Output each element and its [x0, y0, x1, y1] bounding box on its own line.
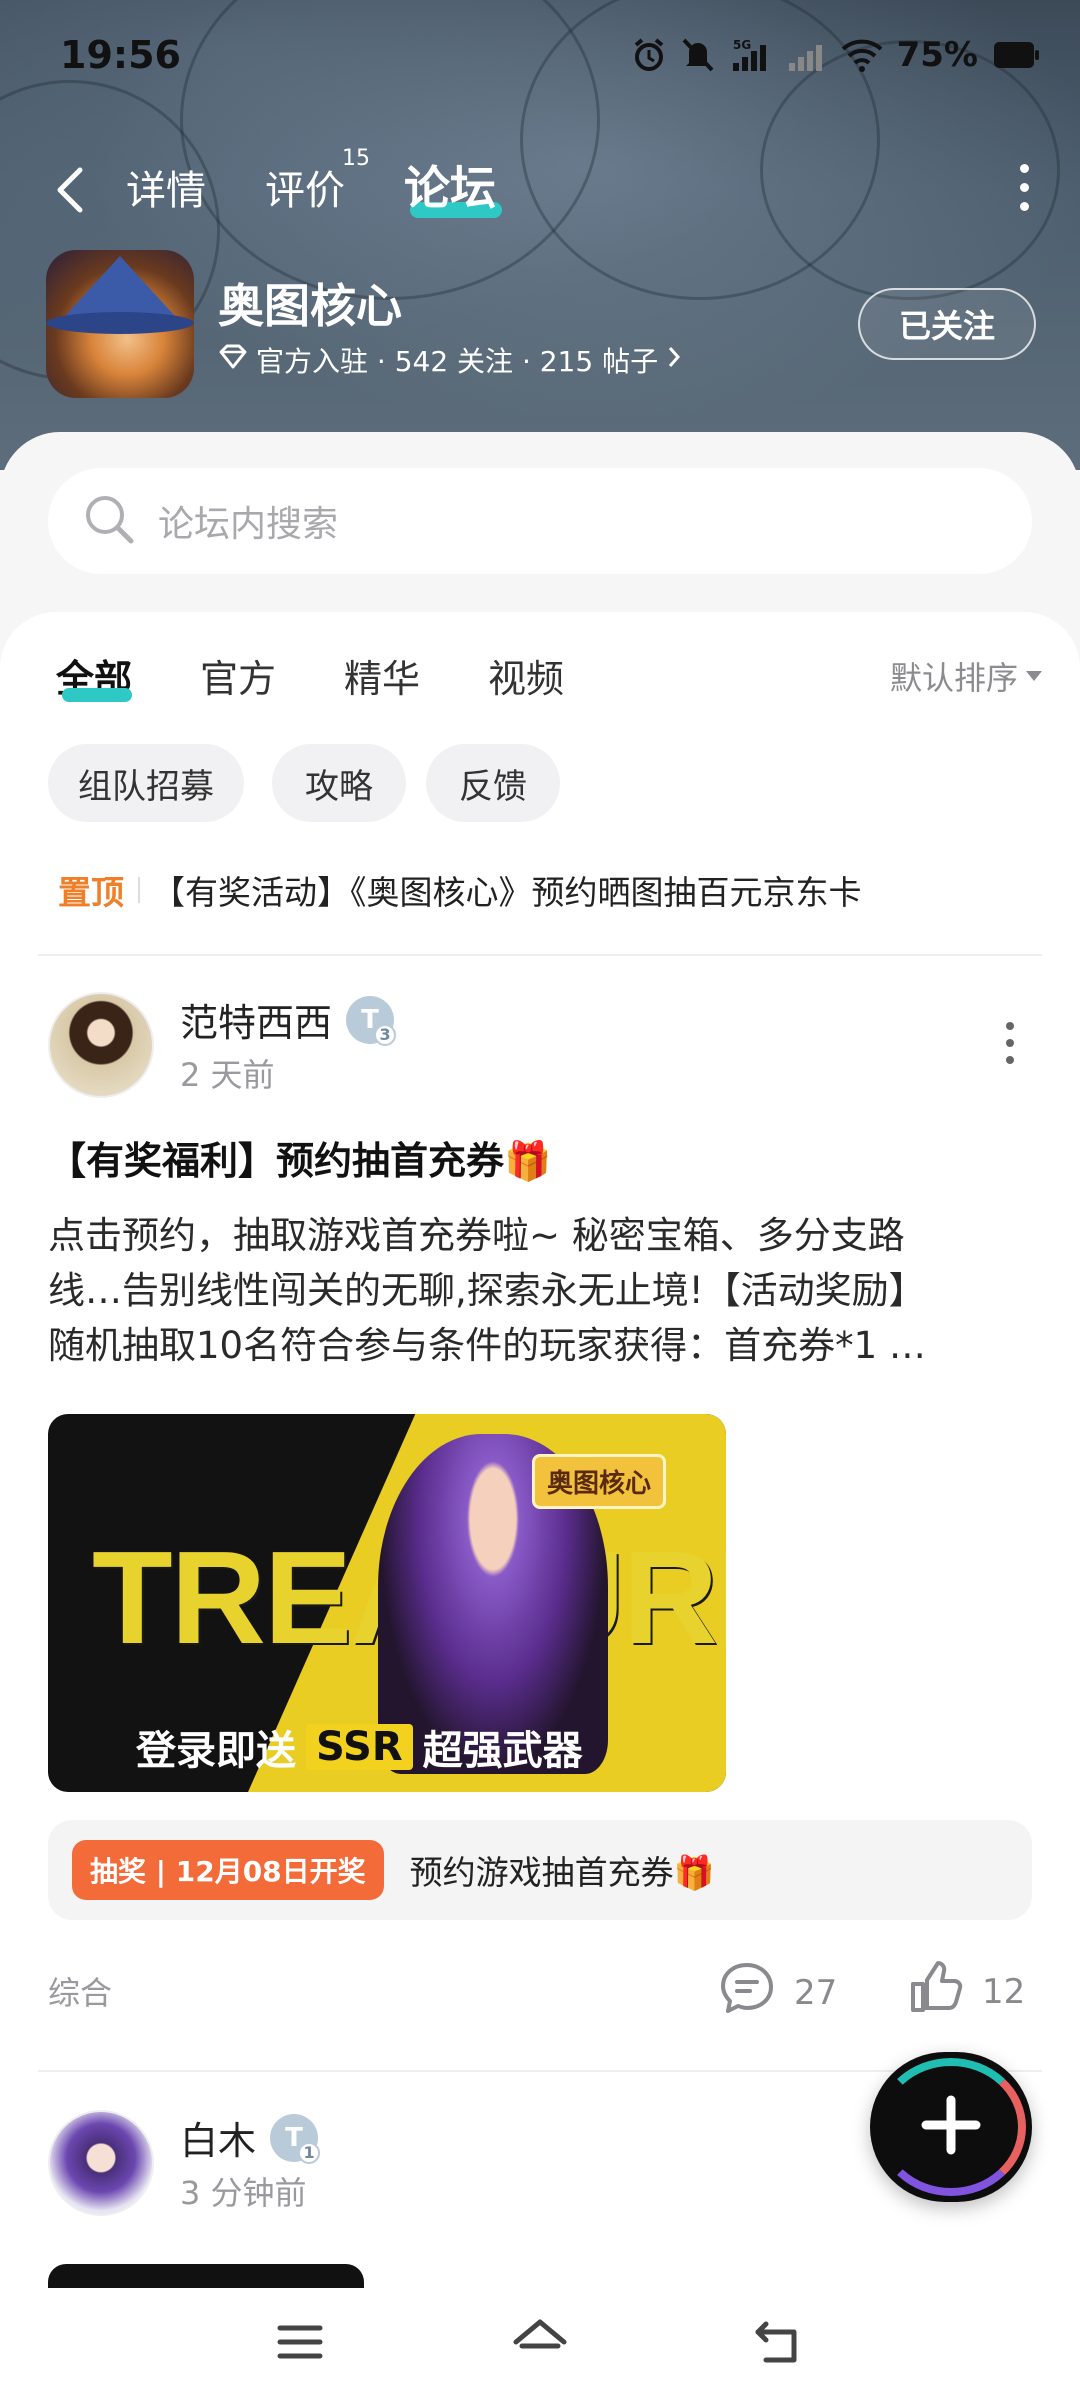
- system-nav-bar: [0, 2290, 1080, 2400]
- app-name: 奥图核心: [218, 279, 402, 333]
- app-meta-text: 官方入驻 · 542 关注 · 215 帖子: [256, 345, 659, 378]
- avatar[interactable]: [48, 2110, 154, 2216]
- post-title[interactable]: 【有奖福利】预约抽首充券🎁: [48, 1130, 551, 1185]
- tab-details[interactable]: 详情: [126, 158, 206, 216]
- tab-forum[interactable]: 论坛: [404, 152, 496, 218]
- chip-team-recruit[interactable]: 组队招募: [48, 744, 244, 822]
- comment-icon: [718, 1960, 776, 2025]
- home-icon[interactable]: [510, 2312, 570, 2372]
- lottery-text: 预约游戏抽首充券🎁: [409, 1853, 715, 1892]
- alarm-icon: [631, 37, 667, 73]
- app-icon[interactable]: [46, 250, 194, 398]
- filter-tab-official[interactable]: 官方: [200, 648, 276, 703]
- post-time: 2 天前: [180, 1056, 275, 1094]
- author-name: 白木: [180, 2119, 257, 2163]
- post-header: 范特西西 T3 2 天前: [48, 992, 1038, 1102]
- back-nav-icon[interactable]: [750, 2312, 810, 2372]
- tab-reviews[interactable]: 评价: [265, 158, 345, 216]
- search-icon: [82, 492, 136, 550]
- author-name: 范特西西: [180, 1001, 333, 1045]
- level-badge-icon: T1: [270, 2113, 321, 2164]
- comment-count: 27: [794, 1972, 838, 2013]
- sort-label: 默认排序: [889, 659, 1018, 697]
- like-button[interactable]: 12: [908, 1960, 1025, 2023]
- post-body-line: 线…告别线性闯关的无聊,探索永无止境!【活动奖励】: [48, 1269, 926, 1312]
- diamond-icon: [218, 344, 248, 377]
- menu-icon[interactable]: [270, 2312, 330, 2372]
- filter-tab-video[interactable]: 视频: [488, 648, 564, 703]
- mute-icon: [681, 37, 715, 73]
- reviews-count-badge: 15: [342, 146, 370, 171]
- post-body-line: 点击预约，抽取游戏首充券啦~ 秘密宝箱、多分支路: [48, 1214, 905, 1257]
- post-image[interactable]: [48, 2264, 364, 2288]
- post-body-line: 随机抽取10名符合参与条件的玩家获得：首充券*1 …: [48, 1324, 926, 1367]
- more-options-icon[interactable]: [1018, 164, 1030, 214]
- post-image[interactable]: TREASURE 奥图核心 登录即送 SSR 超强武器: [48, 1414, 726, 1792]
- signal-5g-icon: 5G: [729, 37, 773, 73]
- chevron-right-icon: [666, 344, 682, 377]
- signal-icon: [787, 37, 827, 73]
- app-meta[interactable]: 官方入驻 · 542 关注 · 215 帖子: [218, 340, 682, 380]
- top-nav: 详情 评价 15 论坛: [0, 146, 1080, 230]
- caret-down-icon: [1026, 671, 1042, 681]
- filter-tab-indicator: [62, 688, 132, 702]
- comment-button[interactable]: 27: [718, 1960, 837, 2025]
- svg-text:5G: 5G: [733, 38, 751, 52]
- post-footer: 综合 27 12: [48, 1960, 1032, 2020]
- post-category: 综合: [48, 1974, 113, 2012]
- pinned-post[interactable]: 置顶 【有奖活动】《奥图核心》预约晒图抽百元京东卡: [58, 866, 862, 914]
- post-more-icon[interactable]: [1006, 1022, 1016, 1073]
- filter-tab-featured[interactable]: 精华: [344, 648, 420, 703]
- pinned-tag: 置顶: [58, 873, 124, 912]
- author-name-row[interactable]: 范特西西 T3: [180, 992, 397, 1047]
- wifi-icon: [841, 37, 883, 73]
- author-name-row[interactable]: 白木 T1: [180, 2110, 321, 2165]
- battery-percent: 75%: [896, 35, 978, 75]
- follow-button[interactable]: 已关注: [858, 288, 1036, 360]
- post-time: 3 分钟前: [180, 2174, 307, 2212]
- image-caption: 登录即送 SSR 超强武器: [136, 1724, 583, 1774]
- app-info: 奥图核心 官方入驻 · 542 关注 · 215 帖子 已关注: [46, 248, 1036, 398]
- chip-guides[interactable]: 攻略: [272, 744, 406, 822]
- level-badge-icon: T3: [346, 995, 397, 1046]
- post-body[interactable]: 点击预约，抽取游戏首充券啦~ 秘密宝箱、多分支路 线…告别线性闯关的无聊,探索永…: [48, 1208, 1038, 1373]
- like-count: 12: [982, 1971, 1026, 2012]
- status-bar: 19:56 5G 75%: [60, 30, 1040, 80]
- avatar[interactable]: [48, 992, 154, 1098]
- lottery-card[interactable]: 抽奖 | 12月08日开奖 预约游戏抽首充券🎁: [48, 1820, 1032, 1920]
- divider: [38, 954, 1042, 956]
- thumbs-up-icon: [908, 1960, 964, 2023]
- status-time: 19:56: [60, 33, 181, 77]
- battery-icon: [992, 38, 1040, 72]
- divider: [38, 2070, 1042, 2072]
- new-post-button[interactable]: [870, 2052, 1032, 2202]
- pinned-separator: [138, 877, 140, 903]
- sort-dropdown[interactable]: 默认排序: [890, 653, 1042, 699]
- back-icon[interactable]: [50, 160, 90, 220]
- game-logo: 奥图核心: [531, 1454, 666, 1509]
- lottery-badge: 抽奖 | 12月08日开奖: [72, 1840, 384, 1900]
- search-placeholder: 论坛内搜索: [158, 504, 339, 545]
- search-input[interactable]: 论坛内搜索: [48, 468, 1032, 574]
- pinned-title: 【有奖活动】《奥图核心》预约晒图抽百元京东卡: [152, 873, 862, 912]
- chip-feedback[interactable]: 反馈: [426, 744, 560, 822]
